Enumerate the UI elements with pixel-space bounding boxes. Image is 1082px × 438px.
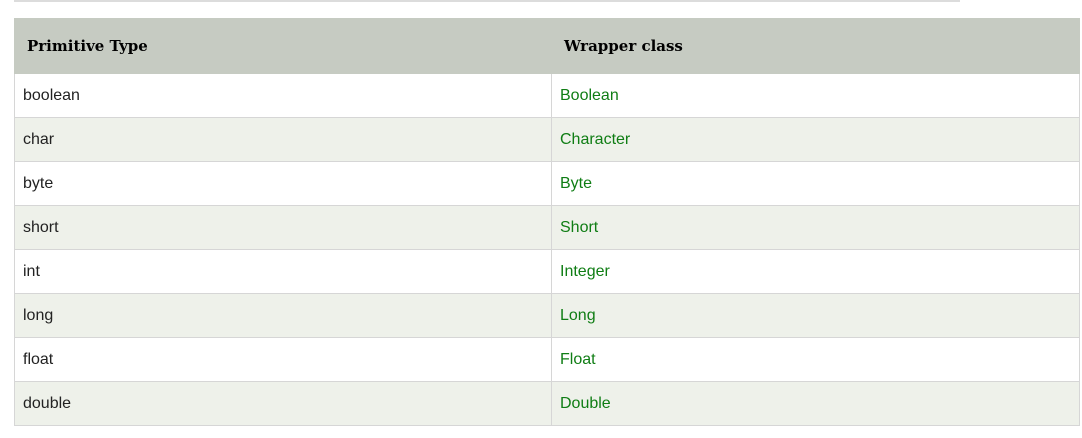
wrapper-cell: Boolean — [551, 73, 1080, 118]
wrapper-cell: Character — [551, 117, 1080, 162]
wrapper-cell: Byte — [551, 161, 1080, 206]
primitive-cell: int — [14, 249, 552, 294]
primitive-cell: float — [14, 337, 552, 382]
table-row: short Short — [14, 205, 1080, 250]
wrapper-cell: Long — [551, 293, 1080, 338]
header-primitive-type: Primitive Type — [14, 18, 552, 74]
table-header-row: Primitive Type Wrapper class — [14, 18, 1080, 74]
table-row: double Double — [14, 381, 1080, 426]
wrapper-cell: Integer — [551, 249, 1080, 294]
divider — [14, 0, 960, 2]
table-row: byte Byte — [14, 161, 1080, 206]
table-row: int Integer — [14, 249, 1080, 294]
table-row: char Character — [14, 117, 1080, 162]
primitive-cell: short — [14, 205, 552, 250]
primitive-cell: char — [14, 117, 552, 162]
wrapper-cell: Float — [551, 337, 1080, 382]
table-row: boolean Boolean — [14, 73, 1080, 118]
wrapper-class-table: Primitive Type Wrapper class boolean Boo… — [14, 18, 1080, 426]
primitive-cell: boolean — [14, 73, 552, 118]
page: Primitive Type Wrapper class boolean Boo… — [0, 0, 1082, 438]
wrapper-cell: Short — [551, 205, 1080, 250]
primitive-cell: byte — [14, 161, 552, 206]
primitive-cell: double — [14, 381, 552, 426]
primitive-cell: long — [14, 293, 552, 338]
table-row: float Float — [14, 337, 1080, 382]
header-wrapper-class: Wrapper class — [551, 18, 1080, 74]
wrapper-cell: Double — [551, 381, 1080, 426]
table-row: long Long — [14, 293, 1080, 338]
